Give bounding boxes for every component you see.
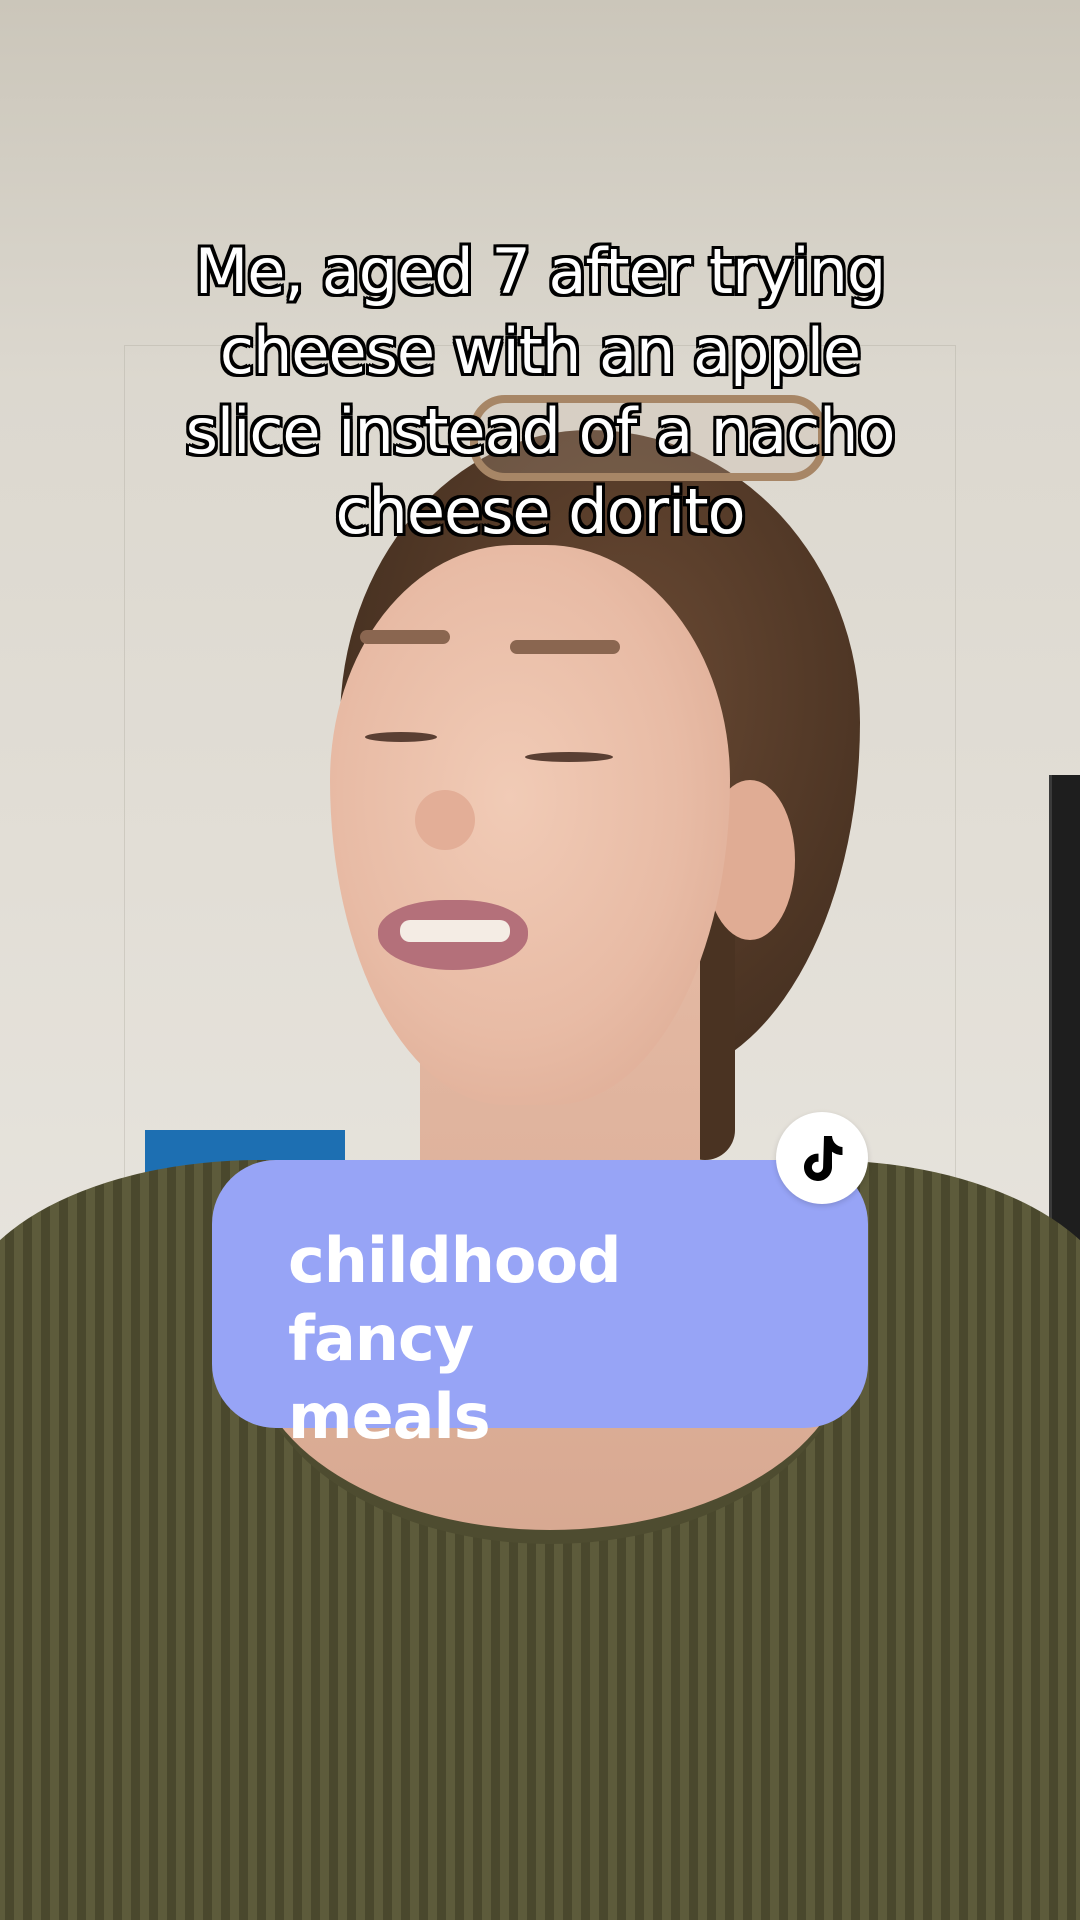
tiktok-logo-icon: [804, 1136, 843, 1181]
video-frame[interactable]: Me, aged 7 after trying cheese with an a…: [0, 0, 1080, 1920]
nose: [415, 790, 475, 850]
tiktok-badge[interactable]: [776, 1112, 868, 1204]
left-eyebrow: [360, 630, 450, 644]
caption-line: cheese with an apple: [219, 315, 861, 388]
caption-line: Me, aged 7 after trying: [194, 235, 887, 308]
caption-text: Me, aged 7 after trying cheese with an a…: [130, 232, 950, 552]
teeth: [400, 920, 510, 942]
face: [330, 545, 730, 1105]
topic-sticker[interactable]: childhood fancy meals: [212, 1160, 868, 1453]
caption-line: slice instead of a nacho: [185, 395, 896, 468]
right-eye: [525, 752, 613, 762]
sticker-line: childhood fancy: [288, 1224, 621, 1375]
right-eyebrow: [510, 640, 620, 654]
left-eye: [365, 732, 437, 742]
caption-line: cheese dorito: [335, 475, 745, 548]
sticker-line: meals: [288, 1380, 491, 1453]
